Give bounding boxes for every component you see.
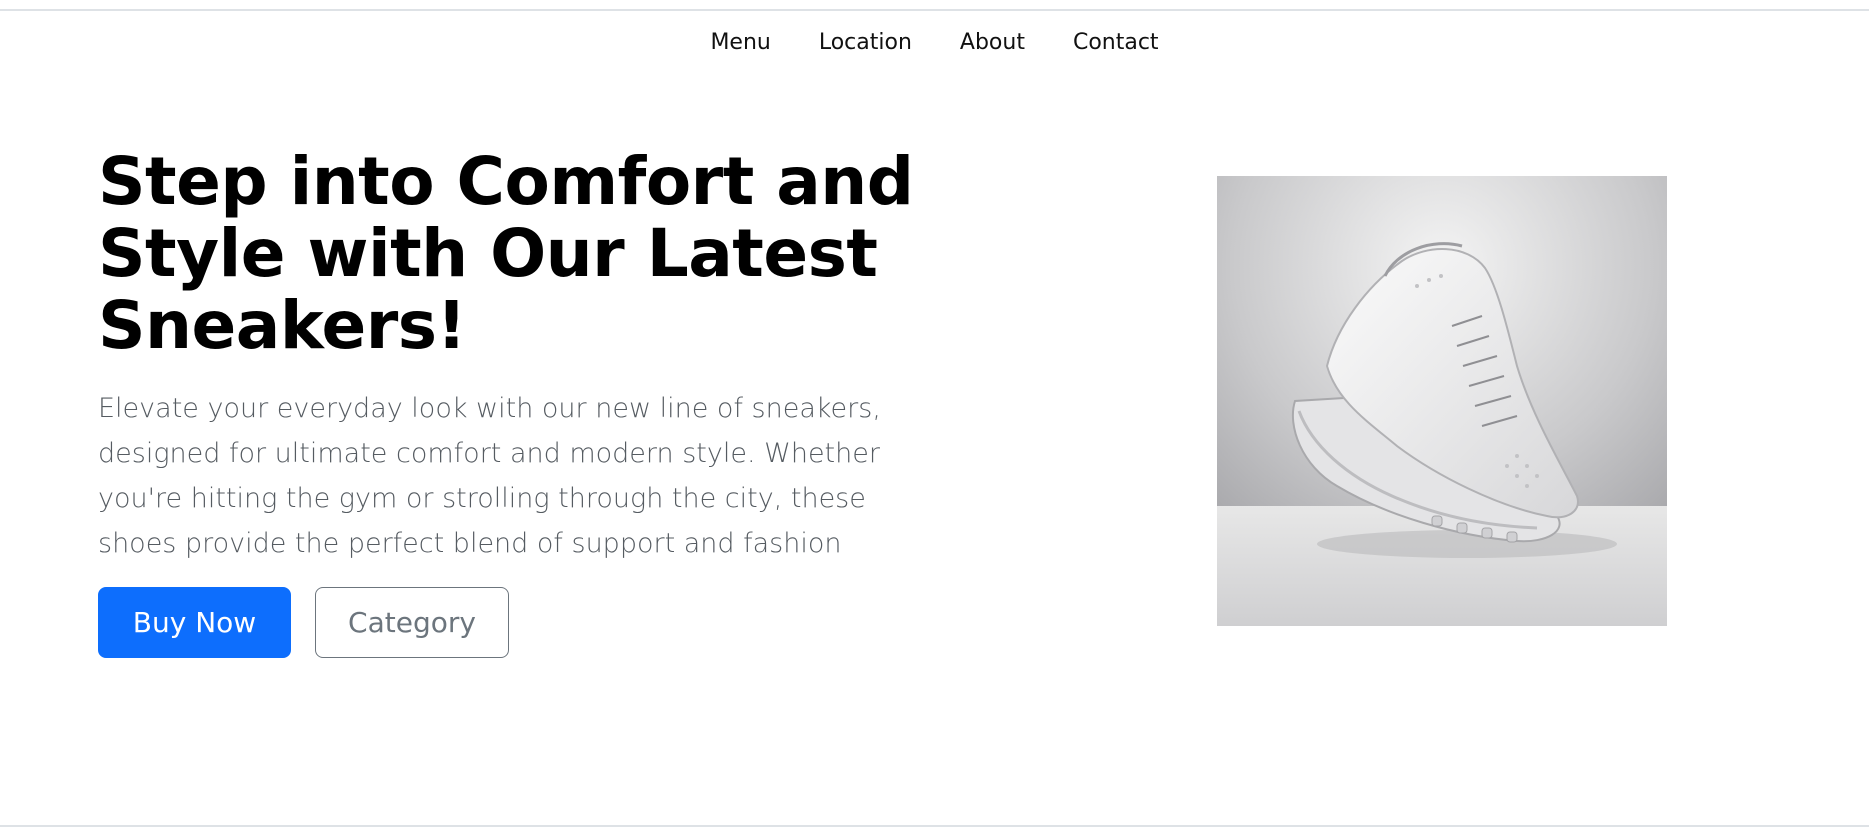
hero-sneaker-image: [1217, 176, 1667, 626]
hero-title: Step into Comfort and Style with Our Lat…: [98, 143, 914, 364]
nav-link-location[interactable]: Location: [795, 28, 936, 58]
main-nav: Menu Location About Contact: [0, 28, 1869, 58]
nav-link-about[interactable]: About: [936, 28, 1049, 58]
top-divider: [0, 9, 1869, 11]
buy-now-button[interactable]: Buy Now: [98, 587, 291, 658]
nav-link-menu[interactable]: Menu: [686, 28, 794, 58]
hero-description: Elevate your everyday look with our new …: [98, 393, 881, 559]
nav-link-contact[interactable]: Contact: [1049, 28, 1183, 58]
bottom-divider: [0, 825, 1869, 827]
category-button[interactable]: Category: [315, 587, 509, 658]
